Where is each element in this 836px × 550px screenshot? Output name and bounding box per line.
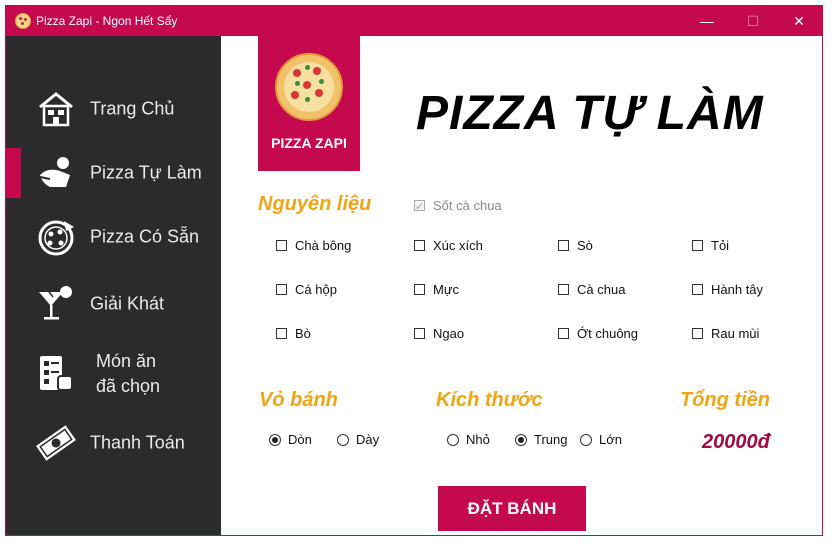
sidebar-item-label: Trang Chủ [90, 98, 175, 119]
pizza-icon [38, 220, 74, 256]
sidebar-item-ready-pizza[interactable]: Pizza Có Sẵn [6, 207, 221, 267]
close-button[interactable]: ✕ [776, 6, 822, 36]
sidebar-item-custom-pizza[interactable]: Pizza Tự Làm [6, 143, 221, 203]
window-title: Pizza Zapi - Ngon Hết Sẩy [36, 14, 178, 28]
total-price: 20000đ [702, 431, 770, 453]
radio-dot [580, 434, 592, 446]
order-list-icon [40, 355, 73, 391]
brand-name: PIZZA ZAPI [271, 135, 347, 151]
order-button[interactable]: ĐẶT BÁNH [438, 486, 586, 531]
pizza-logo-icon [275, 53, 343, 121]
radio-dot [447, 434, 459, 446]
minimize-button[interactable]: — [684, 6, 730, 36]
sidebar-item-label: Giải Khát [90, 293, 165, 314]
money-icon [36, 425, 76, 461]
sidebar-item-drinks[interactable]: Giải Khát [6, 274, 221, 334]
sidebar-item-payment[interactable]: Thanh Toán [6, 413, 221, 473]
cocktail-icon [39, 286, 72, 320]
app-window: Pizza Zapi - Ngon Hết Sẩy — ☐ ✕ Trang Ch… [5, 5, 823, 536]
sidebar-item-label-line2: đã chọn [96, 375, 161, 396]
title-bar: Pizza Zapi - Ngon Hết Sẩy — ☐ ✕ [6, 6, 822, 36]
sidebar-item-label: Món ăn đã chọn [96, 349, 160, 399]
ingredients-title: Nguyên liệu [258, 193, 372, 215]
maximize-button[interactable]: ☐ [730, 6, 776, 36]
sidebar-item-label: Pizza Có Sẵn [90, 226, 200, 247]
radio-dot [337, 434, 349, 446]
chef-icon [39, 157, 70, 187]
sidebar-item-label-line1: Món ăn [96, 350, 157, 371]
pizza-app-icon [15, 13, 31, 29]
radio-dot [515, 434, 527, 446]
sidebar-item-selected-dishes[interactable]: Món ăn đã chọn [6, 341, 221, 406]
size-title: Kích thước [436, 389, 543, 411]
sidebar: Trang Chủ Pizza Tự Làm Pizza Có Sẵn Giải… [6, 36, 221, 535]
sidebar-item-label: Thanh Toán [90, 432, 185, 453]
crust-title: Vỏ bánh [259, 389, 338, 411]
total-title: Tổng tiền [680, 389, 770, 411]
page-title: PIZZA TỰ LÀM [416, 87, 764, 140]
checkbox-box [414, 198, 425, 216]
sidebar-item-home[interactable]: Trang Chủ [6, 79, 221, 139]
sidebar-item-label: Pizza Tự Làm [90, 162, 202, 183]
brand-logo: PIZZA ZAPI [258, 36, 360, 171]
radio-dot [269, 434, 281, 446]
house-icon [39, 92, 73, 127]
